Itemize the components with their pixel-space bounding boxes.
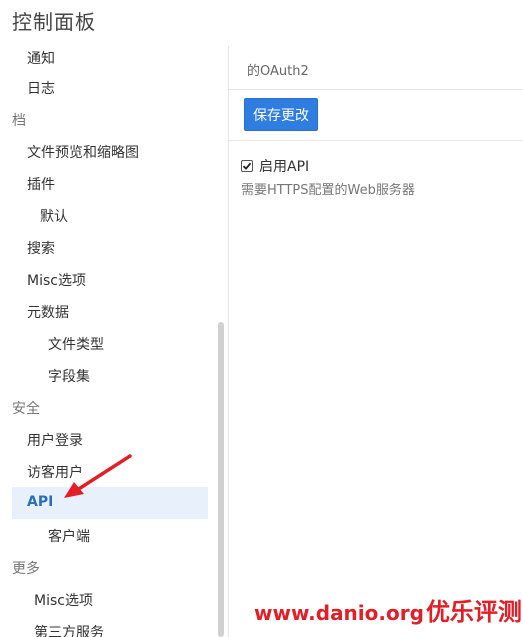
checkmark-icon [242, 162, 252, 170]
sidebar-item-file-types[interactable]: 文件类型 [48, 334, 104, 354]
red-arrow-annotation [64, 454, 132, 498]
api-help-text: 需要HTTPS配置的Web服务器 [241, 183, 415, 198]
sidebar-item-misc-options-more[interactable]: Misc选项 [34, 590, 93, 610]
sidebar-item-user-login[interactable]: 用户登录 [27, 430, 83, 450]
watermark-url: www.danio [254, 601, 379, 625]
watermark-suffix: .org [378, 601, 424, 625]
enable-api-row[interactable]: 启用API [241, 156, 309, 176]
sidebar: 通知 日志 档 文件预览和缩略图 插件 默认 搜索 Misc选项 元数据 文件类… [0, 46, 228, 637]
sidebar-item-third-party-services[interactable]: 第三方服务 [34, 622, 104, 637]
watermark: www.danio.org优乐评测网 [254, 592, 523, 627]
sidebar-item-api[interactable]: API [27, 494, 53, 510]
sidebar-item-clients[interactable]: 客户端 [48, 526, 90, 546]
sidebar-item-file-previews[interactable]: 文件预览和缩略图 [27, 142, 139, 162]
sidebar-item-metadata[interactable]: 元数据 [27, 302, 69, 322]
sidebar-item-notifications[interactable]: 通知 [27, 48, 55, 68]
sidebar-section-security: 安全 [12, 401, 40, 417]
toolbar-divider [229, 140, 523, 141]
sidebar-section-more: 更多 [12, 561, 40, 577]
sidebar-item-misc-options[interactable]: Misc选项 [27, 270, 86, 290]
enable-api-checkbox[interactable] [241, 160, 253, 172]
sidebar-scrollbar[interactable] [218, 322, 224, 637]
enable-api-label: 启用API [259, 159, 310, 175]
sidebar-item-default[interactable]: 默认 [40, 206, 68, 226]
section-header: 的OAuth2 [247, 64, 309, 79]
sidebar-item-field-sets[interactable]: 字段集 [48, 366, 90, 386]
header-divider [229, 89, 523, 90]
sidebar-section-files: 档 [12, 113, 26, 129]
watermark-zh: 优乐评测网 [425, 598, 523, 626]
sidebar-item-search[interactable]: 搜索 [27, 238, 55, 258]
main-content: 的OAuth2 保存更改 启用API 需要HTTPS配置的Web服务器 [229, 46, 523, 637]
sidebar-item-logs[interactable]: 日志 [27, 78, 55, 98]
sidebar-item-plugins[interactable]: 插件 [27, 174, 55, 194]
page-title: 控制面板 [12, 10, 96, 34]
save-button[interactable]: 保存更改 [244, 98, 318, 131]
